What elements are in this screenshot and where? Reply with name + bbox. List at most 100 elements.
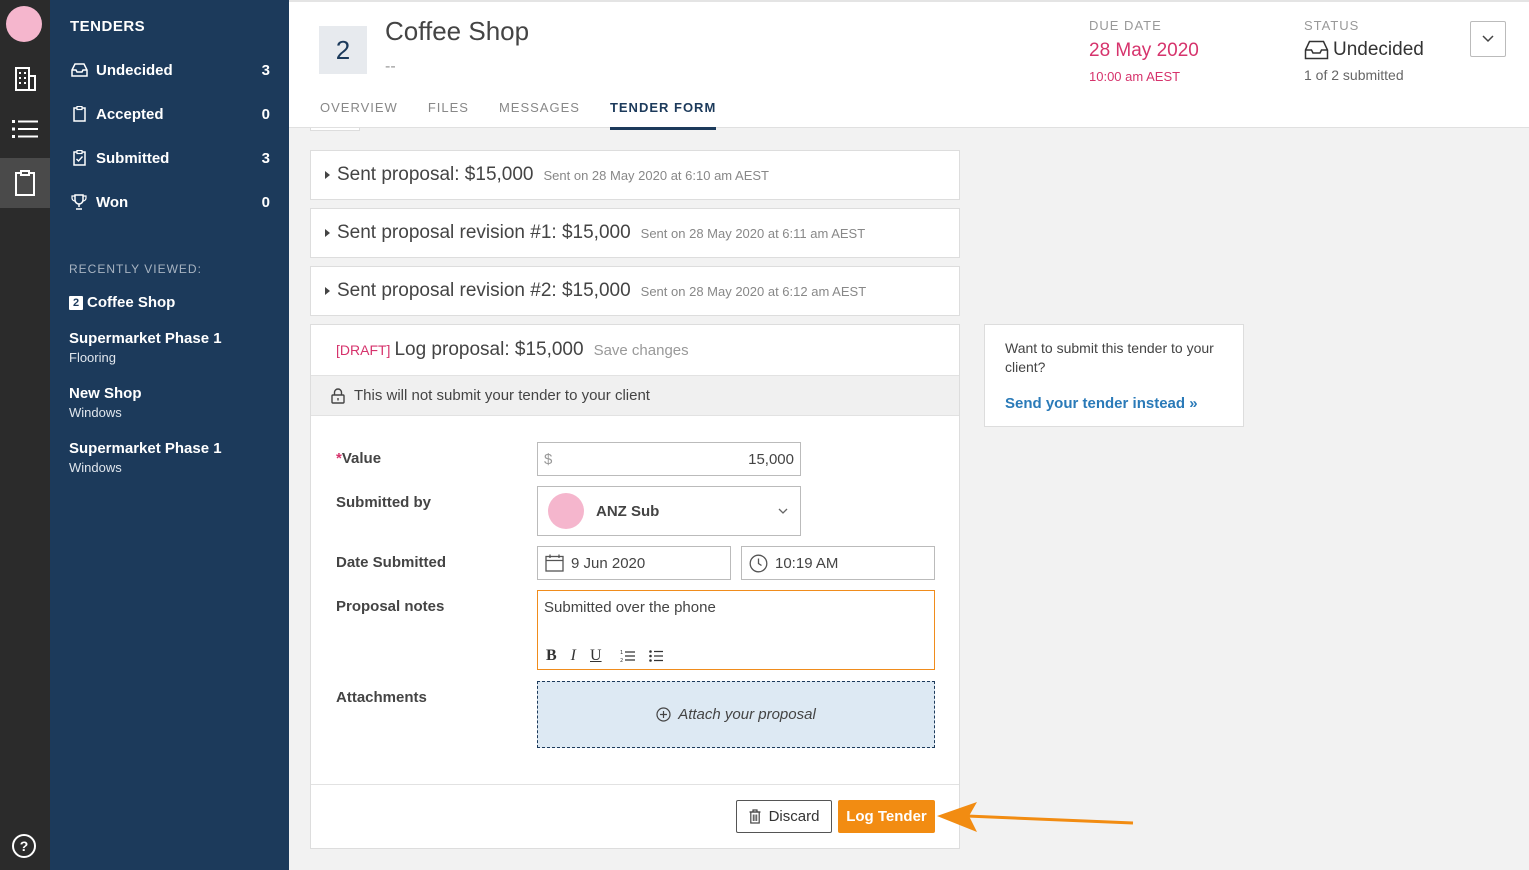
avatar xyxy=(548,493,584,529)
sidebar-item-label: Undecided xyxy=(96,61,173,79)
recent-item-subtitle: Flooring xyxy=(69,350,116,365)
trash-icon xyxy=(749,809,761,824)
send-tender-link[interactable]: Send your tender instead » xyxy=(1005,395,1223,412)
sidebar-item-undecided[interactable]: Undecided 3 xyxy=(70,58,270,82)
tab-bar: OVERVIEW FILES MESSAGES TENDER FORM xyxy=(320,100,746,130)
lock-icon xyxy=(331,387,345,404)
submitted-by-label: Submitted by xyxy=(336,494,432,511)
status-subtext: 1 of 2 submitted xyxy=(1304,67,1404,83)
proposal-accordion[interactable]: Sent proposal revision #1: $15,000 Sent … xyxy=(310,208,960,258)
user-avatar[interactable] xyxy=(6,6,42,42)
sidebar-title: TENDERS xyxy=(70,18,146,35)
recent-item-subtitle: Windows xyxy=(69,460,122,475)
form-title: Log proposal: $15,000 xyxy=(394,339,584,360)
submitted-by-select[interactable]: ANZ Sub xyxy=(537,486,801,536)
proposal-title: Sent proposal revision #1: $15,000 xyxy=(337,222,631,243)
recent-item-title: Supermarket Phase 1 xyxy=(69,330,222,347)
sidebar-item-label: Submitted xyxy=(96,149,170,167)
svg-text:1: 1 xyxy=(620,650,623,656)
recently-viewed-heading: RECENTLY VIEWED: xyxy=(69,262,202,276)
proposal-meta: Sent on 28 May 2020 at 6:12 am AEST xyxy=(640,283,867,299)
clock-icon xyxy=(749,554,768,573)
caret-right-icon xyxy=(325,171,330,179)
chevron-down-icon xyxy=(778,508,788,514)
proposal-notes-editor[interactable]: Submitted over the phone B I U 12 xyxy=(537,590,935,670)
list-icon[interactable] xyxy=(0,104,50,154)
submit-instead-question: Want to submit this tender to your clien… xyxy=(1005,340,1214,375)
bold-button[interactable]: B xyxy=(546,647,557,665)
notice-banner: This will not submit your tender to your… xyxy=(311,375,959,416)
chevron-down-icon xyxy=(1482,35,1494,43)
date-submitted-label: Date Submitted xyxy=(336,554,447,571)
underline-button[interactable]: U xyxy=(590,647,602,665)
recent-item[interactable]: Supermarket Phase 1 Windows xyxy=(69,440,279,475)
tab-tender-form[interactable]: TENDER FORM xyxy=(609,100,717,130)
time-field[interactable]: 10:19 AM xyxy=(741,546,935,580)
proposal-meta: Sent on 28 May 2020 at 6:11 am AEST xyxy=(640,225,866,241)
sidebar-item-count: 3 xyxy=(261,61,270,79)
sidebar-item-label: Accepted xyxy=(96,105,164,123)
clipboard-icon xyxy=(70,105,88,123)
log-proposal-form: [DRAFT] Log proposal: $15,000 Save chang… xyxy=(310,324,960,849)
proposal-title: Sent proposal revision #2: $15,000 xyxy=(337,280,631,301)
value-field[interactable]: $ 15,000 xyxy=(537,442,801,476)
status-dropdown-button[interactable] xyxy=(1470,21,1506,57)
numbered-list-icon[interactable]: 12 xyxy=(620,649,635,663)
draft-tag: [DRAFT] xyxy=(336,342,391,358)
discard-label: Discard xyxy=(768,808,820,825)
tab-files[interactable]: FILES xyxy=(428,100,469,130)
recent-item[interactable]: Supermarket Phase 1 Flooring xyxy=(69,330,279,365)
proposal-meta: Sent on 28 May 2020 at 6:10 am AEST xyxy=(543,167,769,183)
caret-right-icon xyxy=(325,287,330,295)
notice-text: This will not submit your tender to your… xyxy=(354,387,650,404)
proposal-notes-text: Submitted over the phone xyxy=(544,599,716,616)
italic-button[interactable]: I xyxy=(571,647,576,665)
submitted-by-value: ANZ Sub xyxy=(596,502,660,520)
discard-button[interactable]: Discard xyxy=(736,800,832,833)
proposal-accordion[interactable]: Sent proposal: $15,000 Sent on 28 May 20… xyxy=(310,150,960,200)
attach-text: Attach your proposal xyxy=(678,706,816,723)
sidebar-item-accepted[interactable]: Accepted 0 xyxy=(70,102,270,126)
time-value: 10:19 AM xyxy=(775,554,839,572)
sidebar: TENDERS Undecided 3 Accepted 0 Submitted… xyxy=(50,0,289,870)
collapsed-panel-edge xyxy=(310,128,360,131)
sidebar-item-count: 0 xyxy=(261,105,270,123)
clipboard-icon[interactable] xyxy=(0,158,50,208)
svg-text:2: 2 xyxy=(620,658,623,663)
save-changes-link[interactable]: Save changes xyxy=(594,342,689,359)
plus-circle-icon xyxy=(656,707,671,722)
tab-overview[interactable]: OVERVIEW xyxy=(320,100,398,130)
date-field[interactable]: 9 Jun 2020 xyxy=(537,546,731,580)
sidebar-item-won[interactable]: Won 0 xyxy=(70,190,270,214)
annotation-arrow xyxy=(937,802,1134,832)
sidebar-item-count: 0 xyxy=(261,193,270,211)
building-icon[interactable] xyxy=(0,54,50,104)
recent-item-subtitle: Windows xyxy=(69,405,122,420)
bullet-list-icon[interactable] xyxy=(648,649,663,663)
calendar-icon xyxy=(545,554,564,572)
editor-toolbar: B I U 12 xyxy=(546,647,677,665)
status-text: Undecided xyxy=(1333,39,1424,60)
caret-right-icon xyxy=(325,229,330,237)
sidebar-item-submitted[interactable]: Submitted 3 xyxy=(70,146,270,170)
clipboard-check-icon xyxy=(70,149,88,167)
status-value: Undecided xyxy=(1304,39,1424,61)
recent-item[interactable]: 2 Coffee Shop xyxy=(69,294,279,311)
date-value: 9 Jun 2020 xyxy=(571,554,646,572)
help-icon[interactable]: ? xyxy=(12,834,36,858)
sidebar-item-count: 3 xyxy=(261,149,270,167)
tab-messages[interactable]: MESSAGES xyxy=(499,100,580,130)
recent-item-title: New Shop xyxy=(69,385,142,402)
proposal-accordion[interactable]: Sent proposal revision #2: $15,000 Sent … xyxy=(310,266,960,316)
proposal-title: Sent proposal: $15,000 xyxy=(337,164,534,185)
icon-rail: ? xyxy=(0,0,50,870)
form-footer-divider xyxy=(311,784,959,785)
proposal-notes-label: Proposal notes xyxy=(336,598,445,615)
recent-item[interactable]: New Shop Windows xyxy=(69,385,279,420)
log-tender-button[interactable]: Log Tender xyxy=(838,800,935,833)
form-header: [DRAFT] Log proposal: $15,000 Save chang… xyxy=(336,339,689,361)
attach-dropzone[interactable]: Attach your proposal xyxy=(537,681,935,748)
due-date-label: DUE DATE xyxy=(1089,18,1162,33)
inbox-icon xyxy=(1304,40,1329,60)
tender-number-badge: 2 xyxy=(69,295,83,310)
